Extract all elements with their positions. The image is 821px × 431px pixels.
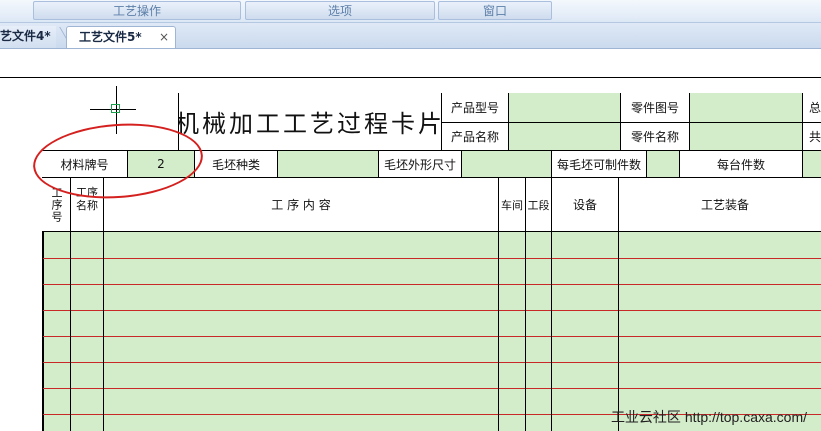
parts-per-blank-label: 每毛坯可制件数	[551, 150, 647, 178]
crosshair-pick-box	[111, 104, 120, 113]
col-op-no-label: 工序号	[50, 186, 63, 223]
table-col-line	[551, 232, 552, 431]
parts-per-blank-field[interactable]	[646, 150, 680, 178]
product-name-field[interactable]	[508, 122, 621, 151]
table-col-line	[498, 232, 499, 431]
col-tooling: 工艺装备	[618, 177, 821, 232]
table-row-line	[43, 284, 821, 285]
process-table-body[interactable]	[44, 232, 821, 431]
part-name-label: 零件名称	[620, 122, 690, 151]
col-equipment: 设备	[551, 177, 619, 232]
product-model-field[interactable]	[508, 93, 621, 123]
blank-size-field[interactable]	[461, 150, 552, 178]
card-title: 机械加工工艺过程卡片	[178, 93, 442, 151]
table-col-line	[103, 232, 104, 431]
table-row-line	[43, 258, 821, 259]
product-name-label: 产品名称	[441, 122, 509, 151]
part-drawing-field[interactable]	[689, 93, 803, 123]
table-row-line	[43, 362, 821, 363]
table-col-line	[70, 232, 71, 431]
table-row-line	[43, 388, 821, 389]
sheet-count-label: 共	[802, 122, 821, 151]
table-col-line	[618, 232, 619, 431]
part-drawing-label: 零件图号	[620, 93, 690, 123]
col-workshop: 车间	[498, 177, 526, 232]
parts-per-unit-field[interactable]	[802, 150, 821, 178]
blank-type-field[interactable]	[277, 150, 379, 178]
blank-type-label: 毛坯种类	[194, 150, 278, 178]
product-model-label: 产品型号	[441, 93, 509, 123]
table-col-line	[525, 232, 526, 431]
table-row-line	[43, 310, 821, 311]
part-name-field[interactable]	[689, 122, 803, 151]
total-pages-label: 总	[802, 93, 821, 123]
watermark: 工业云社区 http://top.caxa.com/	[610, 409, 807, 425]
blank-size-label: 毛坯外形尺寸	[378, 150, 462, 178]
process-card: 机械加工工艺过程卡片 产品型号 零件图号 总 产品名称 零件名称 共 材料牌号 …	[0, 0, 821, 431]
col-section: 工段	[525, 177, 552, 232]
parts-per-unit-label: 每台件数	[679, 150, 803, 178]
table-row-line	[43, 336, 821, 337]
